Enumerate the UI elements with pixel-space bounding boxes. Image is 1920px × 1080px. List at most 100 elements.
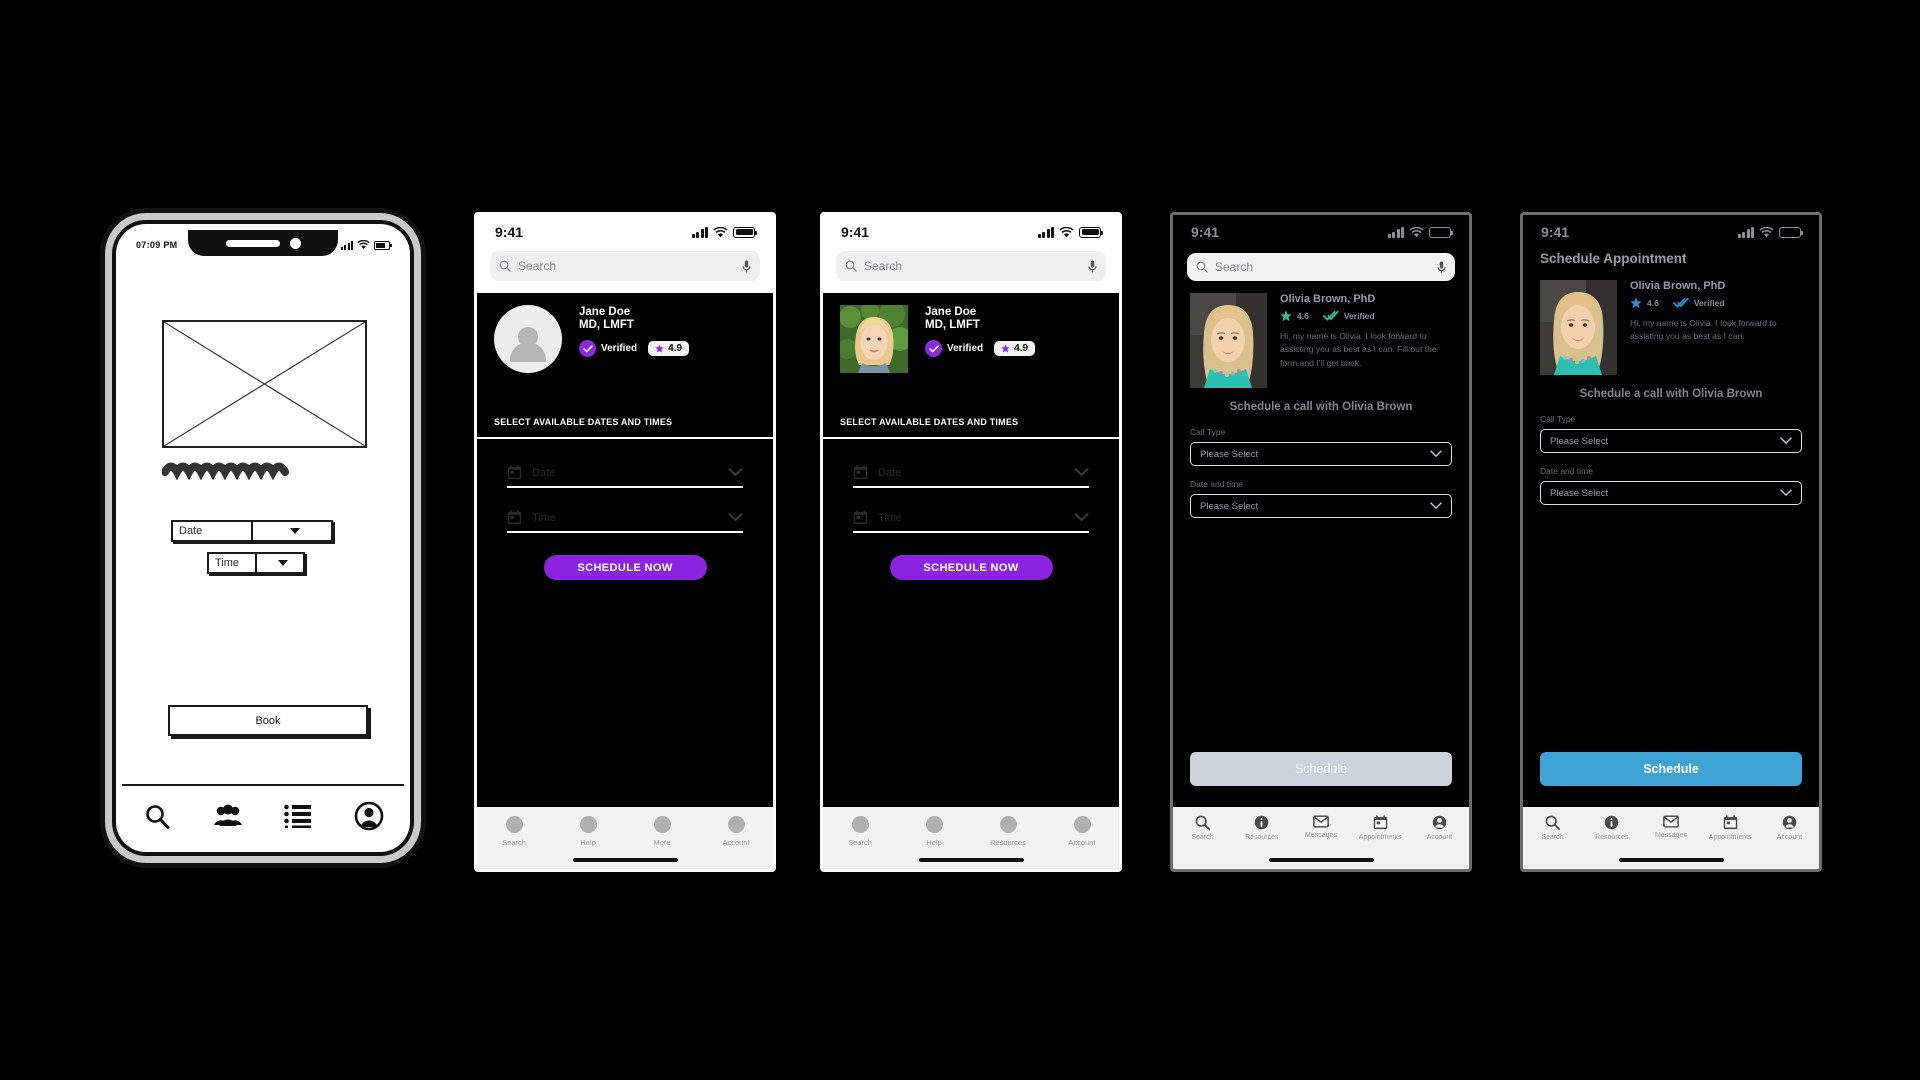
search-input[interactable]: Search: [1187, 253, 1455, 281]
nav-item-resources[interactable]: Resources: [971, 816, 1045, 847]
star-icon: [1280, 310, 1292, 322]
microphone-icon[interactable]: [742, 260, 751, 273]
nav-item-help[interactable]: Help: [897, 816, 971, 847]
rating-badge: 4.9: [994, 341, 1036, 357]
wireframe-screen: 07:09 PM Date Time Book: [122, 230, 404, 846]
nav-item-account[interactable]: Account: [699, 816, 773, 847]
nav-item-more[interactable]: More: [625, 816, 699, 847]
profile-credentials: MD, LMFT: [925, 319, 980, 332]
phone3-profile-card: Jane Doe MD, LMFT Verified 4.9 SELECT AV…: [823, 293, 1119, 437]
help-icon: [925, 816, 943, 833]
chevron-down-icon[interactable]: [1430, 450, 1442, 458]
nav-label: Account: [1426, 834, 1453, 841]
check-icon: [925, 340, 942, 358]
date-time-select[interactable]: Please Select: [1540, 481, 1802, 505]
account-icon[interactable]: [352, 799, 386, 833]
phone-mockup-5: 9:41 Schedule Appointment Olivia Brown, …: [1520, 212, 1822, 872]
nav-item-search[interactable]: Search: [823, 816, 897, 847]
schedule-button[interactable]: Schedule: [1540, 752, 1802, 786]
people-icon[interactable]: [211, 799, 245, 833]
nav-item-appointments[interactable]: Appointments: [1701, 815, 1760, 841]
nav-item-resources[interactable]: Resources: [1582, 815, 1641, 841]
search-input[interactable]: Search: [836, 251, 1106, 281]
nav-item-search[interactable]: Search: [477, 816, 551, 847]
earpiece-speaker: [225, 239, 280, 247]
nav-item-account[interactable]: Account: [1410, 815, 1469, 841]
time-field[interactable]: Time: [853, 510, 1089, 533]
search-input[interactable]: Search: [490, 251, 760, 281]
rating-badge: 4.6: [1280, 310, 1309, 322]
nav-item-appointments[interactable]: Appointments: [1351, 815, 1410, 841]
date-time-value: Please Select: [1550, 487, 1609, 499]
time-field-label: Time: [532, 511, 557, 524]
chevron-down-icon[interactable]: [1430, 502, 1442, 510]
chevron-down-icon[interactable]: [1074, 513, 1089, 522]
phone3-search-wrap: Search: [823, 249, 1119, 293]
calendar-icon: [1723, 815, 1737, 830]
date-time-select[interactable]: Please Select: [1190, 494, 1452, 518]
chevron-down-icon[interactable]: [728, 468, 743, 477]
nav-item-messages[interactable]: Messages: [1291, 815, 1350, 839]
chevron-down-icon[interactable]: [255, 554, 303, 572]
nav-label: More: [653, 838, 671, 847]
nav-label: Resources: [990, 838, 1026, 847]
list-icon[interactable]: [281, 799, 315, 833]
date-select-wireframe[interactable]: Date: [171, 520, 333, 542]
chevron-down-icon[interactable]: [1780, 437, 1792, 445]
call-type-label: Call Type: [1540, 414, 1576, 424]
status-time: 9:41: [1191, 224, 1220, 240]
wireframe-bottom-nav: [122, 784, 404, 846]
status-time: 9:41: [1541, 224, 1570, 240]
nav-item-messages[interactable]: Messages: [1641, 815, 1700, 839]
call-type-select[interactable]: Please Select: [1190, 442, 1452, 466]
profile-credentials: MD, LMFT: [579, 319, 634, 332]
phone5-profile-row: Olivia Brown, PhD 4.6 Verified Hi, my na…: [1523, 280, 1819, 375]
battery-icon: [1079, 226, 1103, 238]
battery-icon: [1429, 226, 1453, 238]
signal-icon: [340, 240, 353, 250]
search-icon: [851, 816, 869, 833]
date-time-value: Please Select: [1200, 500, 1259, 512]
time-field[interactable]: Time: [507, 510, 743, 533]
nav-item-account[interactable]: Account: [1045, 816, 1119, 847]
status-time: 9:41: [841, 224, 870, 240]
time-select-wireframe[interactable]: Time: [207, 552, 305, 574]
nav-item-search[interactable]: Search: [1173, 815, 1232, 841]
date-field-label: Date: [878, 466, 902, 479]
verified-badge: Verified: [1672, 297, 1725, 309]
verified-label: Verified: [1693, 298, 1725, 308]
book-button[interactable]: Book: [168, 705, 368, 736]
calendar-icon: [853, 465, 868, 480]
nav-item-resources[interactable]: Resources: [1232, 815, 1291, 841]
nav-item-account[interactable]: Account: [1760, 815, 1819, 841]
wireframe-phone-frame: 07:09 PM Date Time Book: [100, 208, 426, 868]
search-placeholder: Search: [1215, 260, 1254, 274]
nav-item-search[interactable]: Search: [1523, 815, 1582, 841]
phone2-header: 9:41 Search: [477, 215, 773, 293]
search-icon[interactable]: [140, 799, 174, 833]
date-field[interactable]: Date: [507, 465, 743, 488]
star-icon: [1630, 297, 1642, 309]
schedule-now-button[interactable]: SCHEDULE NOW: [543, 555, 707, 580]
star-icon: [1001, 344, 1010, 353]
info-icon: [1255, 815, 1269, 830]
page-title: Schedule Appointment: [1540, 251, 1687, 266]
date-field[interactable]: Date: [853, 465, 1089, 488]
info-icon: [1605, 815, 1619, 830]
microphone-icon[interactable]: [1088, 260, 1097, 273]
chevron-down-icon[interactable]: [1780, 489, 1792, 497]
microphone-icon[interactable]: [1437, 261, 1446, 274]
schedule-now-button[interactable]: SCHEDULE NOW: [889, 555, 1053, 580]
nav-item-help[interactable]: Help: [551, 816, 625, 847]
phone2-bottom-nav: Search Help More Account: [477, 807, 773, 869]
chevron-down-icon[interactable]: [251, 522, 331, 540]
avatar: [494, 305, 562, 373]
chevron-down-icon[interactable]: [728, 513, 743, 522]
status-time: 9:41: [495, 224, 524, 240]
profile-badges: 4.6 Verified: [1630, 297, 1802, 309]
chevron-down-icon[interactable]: [1074, 468, 1089, 477]
schedule-button[interactable]: Schedule: [1190, 752, 1452, 786]
signal-icon: [1387, 226, 1404, 238]
call-type-select[interactable]: Please Select: [1540, 429, 1802, 453]
wifi-icon: [1059, 226, 1074, 237]
